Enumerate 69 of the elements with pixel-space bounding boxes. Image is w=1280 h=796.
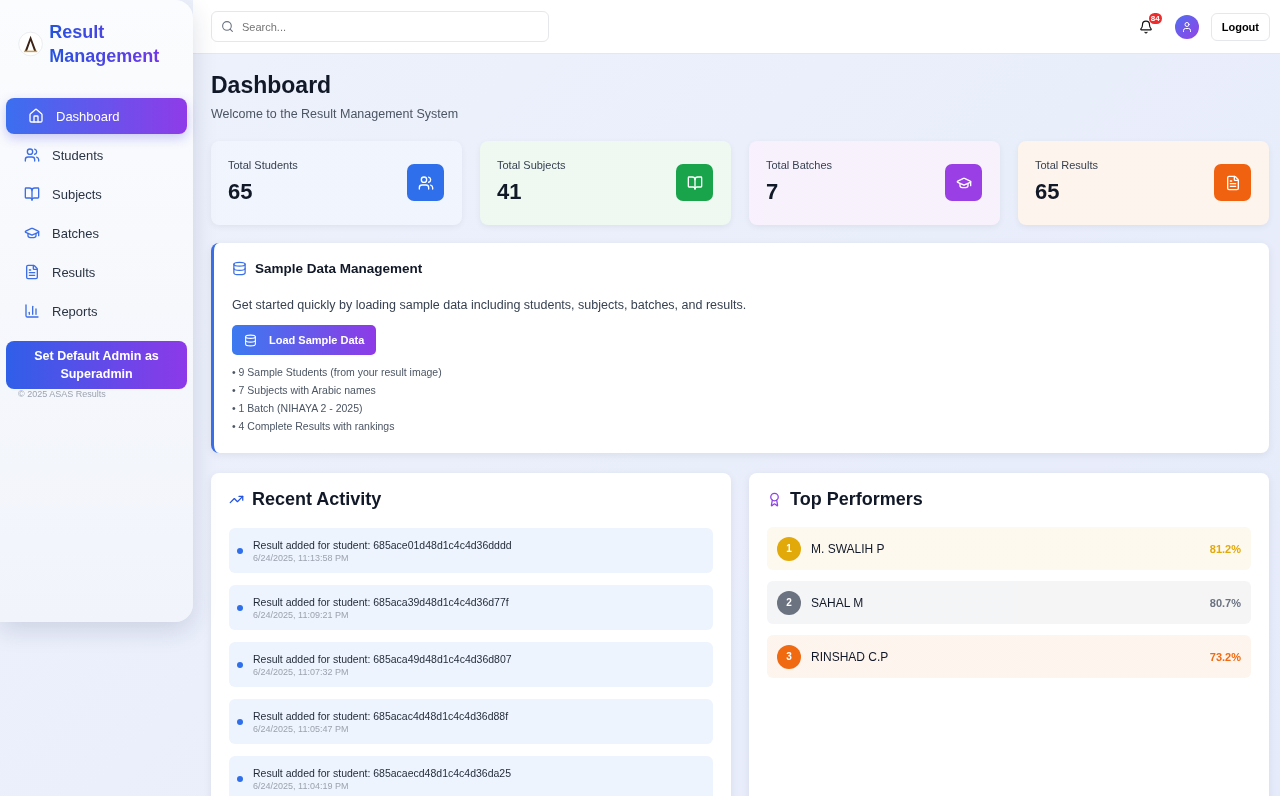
book-icon: [24, 186, 40, 202]
award-icon: [767, 492, 782, 507]
document-icon: [1224, 174, 1241, 191]
bullet-dot: [237, 547, 243, 554]
rank-badge: 2: [777, 590, 801, 615]
nav-item[interactable]: Subjects: [6, 176, 187, 212]
bullet-item: • 7 Subjects with Arabic names: [232, 383, 377, 398]
set-admin-button[interactable]: Set Default Admin as Superadmin: [6, 341, 187, 389]
activity-text: Result added for student: 685aca39d48d1c4c4d36d77f: [253, 595, 509, 608]
stat-label: Total Students: [228, 159, 298, 171]
rank-badge: 3: [777, 644, 801, 669]
activity-time: 6/24/2025, 11:04:19 PM: [253, 780, 350, 791]
database-icon: [244, 333, 257, 347]
stat-value: 65: [228, 179, 254, 205]
activity-time: 6/24/2025, 11:13:58 PM: [253, 552, 350, 563]
nav-item[interactable]: Batches: [6, 215, 187, 251]
stat-label: Total Results: [1035, 159, 1098, 171]
bullet-dot: [237, 661, 243, 668]
performer-score: 81.2%: [1209, 542, 1241, 555]
activity-text: Result added for student: 685aca49d48d1c4c4d36d807: [253, 652, 512, 665]
card-description: Get started quickly by loading sample data including students, subjects, batches, and results.: [232, 298, 748, 312]
performer-name: SAHAL M: [811, 595, 865, 610]
nav-item[interactable]: Dashboard: [6, 98, 187, 134]
stat-value: 7: [766, 179, 780, 205]
rank-badge: 1: [777, 536, 801, 561]
graduation-cap-icon: [24, 225, 40, 241]
search-icon: [221, 20, 234, 33]
bullet-dot: [237, 604, 243, 611]
nav-item[interactable]: Students: [6, 137, 187, 173]
users-icon: [24, 147, 40, 163]
bullet-item: • 9 Sample Students (from your result image): [232, 365, 443, 380]
book-icon: [686, 174, 703, 191]
search-field[interactable]: Search...: [211, 11, 549, 42]
home-icon: [28, 108, 44, 124]
activity-time: 6/24/2025, 11:09:21 PM: [253, 609, 350, 620]
stat-label: Total Subjects: [497, 159, 566, 171]
bullet-item: • 4 Complete Results with rankings: [232, 419, 396, 434]
stat-label: Total Batches: [766, 159, 833, 171]
activity-text: Result added for student: 685acaecd48d1c4c4d36da25: [253, 766, 512, 779]
bullet-dot: [237, 718, 243, 725]
bullet-dot: [237, 775, 243, 782]
activity-time: 6/24/2025, 11:07:32 PM: [253, 666, 350, 677]
performer-score: 80.7%: [1209, 596, 1241, 609]
bar-chart-icon: [24, 303, 40, 319]
stat-value: 65: [1035, 179, 1061, 205]
avatar-icon[interactable]: [1174, 14, 1199, 39]
logout-button[interactable]: Logout: [1210, 12, 1270, 41]
card-title: Top Performers: [790, 489, 923, 510]
page-title: Dashboard: [211, 72, 333, 99]
performer-name: M. SWALIH P: [811, 541, 886, 556]
activity-time: 6/24/2025, 11:05:47 PM: [253, 723, 350, 734]
card-title: Recent Activity: [252, 489, 382, 510]
document-icon: [24, 264, 40, 280]
card-title: Sample Data Management: [255, 261, 423, 276]
stat-value: 41: [497, 179, 523, 205]
load-sample-button[interactable]: Load Sample Data: [232, 325, 377, 355]
bullet-item: • 1 Batch (NIHAYA 2 - 2025): [232, 401, 364, 416]
activity-text: Result added for student: 685ace01d48d1c4c4d36dddd: [253, 538, 512, 551]
copyright-text: © 2025 ASAS Results: [17, 389, 107, 399]
notification-icon[interactable]: [1138, 19, 1153, 34]
activity-text: Result added for student: 685acac4d48d1c4c4d36d88f: [253, 709, 509, 722]
nav-item[interactable]: Reports: [6, 293, 187, 329]
notification-badge: 84: [1148, 12, 1162, 24]
performer-name: RINSHAD C.P: [811, 649, 890, 664]
page-subtitle: Welcome to the Result Management System: [211, 107, 460, 121]
database-icon: [232, 261, 247, 276]
nav-item[interactable]: Results: [6, 254, 187, 290]
performer-score: 73.2%: [1209, 650, 1241, 663]
users-icon: [417, 174, 434, 191]
